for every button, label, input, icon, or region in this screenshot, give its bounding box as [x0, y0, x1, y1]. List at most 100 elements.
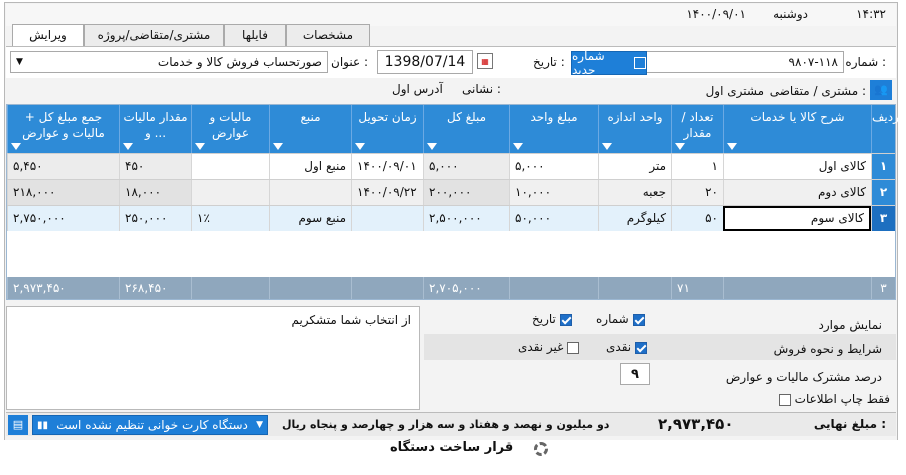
cell-source[interactable]: منبع اول	[269, 154, 351, 179]
show-date-option[interactable]: تاریخ	[532, 312, 572, 326]
current-date: ۱۴۰۰/۰۹/۰۱	[686, 7, 746, 21]
new-number-label: شماره جدید	[572, 49, 605, 77]
col-header-label: جمع مبلغ کل + مالیات و عوارض	[22, 110, 105, 140]
print-only-option[interactable]: فقط چاپ اطلاعات	[778, 392, 890, 406]
cell-description-active[interactable]: کالای سوم	[723, 206, 871, 231]
footer-row-count: ۳	[871, 277, 895, 299]
cell-tax-percent[interactable]	[191, 154, 269, 179]
tab-customer-project[interactable]: مشتری/متقاضی/پروژه	[84, 24, 224, 46]
col-header-description[interactable]: شرح کالا یا خدمات	[723, 105, 871, 153]
filter-icon[interactable]	[427, 143, 437, 150]
new-number-button[interactable]: شماره جدید	[571, 49, 647, 77]
cell-unit-price[interactable]: ۵۰,۰۰۰	[509, 206, 598, 231]
table-row[interactable]: ۲ کالای دوم ۲۰ جعبه ۱۰,۰۰۰ ۲۰۰,۰۰۰ ۱۴۰۰/…	[7, 179, 895, 205]
col-header-unit[interactable]: واحد اندازه	[598, 105, 671, 153]
address-value: آدرس اول	[392, 82, 443, 96]
terms-label: شرایط و نحوه فروش	[773, 342, 882, 356]
cell-tax-percent[interactable]	[191, 180, 269, 205]
cell-source[interactable]: منبع سوم	[269, 206, 351, 231]
cell-delivery[interactable]: ۱۴۰۰/۰۹/۲۲	[351, 180, 423, 205]
footer-empty	[723, 277, 871, 299]
checkbox-icon[interactable]	[567, 341, 580, 354]
footer-tax-sum: ۲۶۸,۴۵۰	[119, 277, 191, 299]
tab-details[interactable]: مشخصات	[286, 24, 370, 46]
col-header-row-number[interactable]: ردیف	[871, 105, 899, 153]
checkbox-icon[interactable]	[632, 313, 645, 326]
col-header-quantity[interactable]: تعداد / مقدار	[671, 105, 723, 153]
filter-icon[interactable]	[513, 143, 523, 150]
final-amount-words: دو میلیون و نهصد و هفتاد و سه هزار و چها…	[282, 418, 610, 431]
filter-icon[interactable]	[727, 143, 737, 150]
cell-tax-amount: ۲۵۰,۰۰۰	[119, 206, 191, 231]
cell-total: ۲۰۰,۰۰۰	[423, 180, 509, 205]
sliders-icon	[634, 57, 646, 69]
col-header-label: مبلغ کل	[446, 110, 487, 124]
cell-quantity[interactable]: ۵۰	[671, 206, 723, 231]
calendar-icon[interactable]: ▦	[477, 53, 493, 69]
filter-icon[interactable]	[123, 143, 133, 150]
col-header-tax-percent[interactable]: مالیات و عوارض	[191, 105, 269, 153]
cell-delivery[interactable]	[351, 206, 423, 231]
cell-grand-total: ۵,۴۵۰	[7, 154, 119, 179]
customer-label: مشتری / متقاضی :	[769, 84, 866, 98]
card-reader-select[interactable]: ▮▮ دستگاه کارت خوانی تنظیم نشده است ▼	[32, 415, 268, 435]
print-only-label: فقط چاپ اطلاعات	[794, 392, 890, 406]
filter-icon[interactable]	[675, 143, 685, 150]
table-row[interactable]: ۳ کالای سوم ۵۰ کیلوگرم ۵۰,۰۰۰ ۲,۵۰۰,۰۰۰ …	[7, 205, 895, 231]
notes-textarea[interactable]: از انتخاب شما متشکریم	[6, 306, 420, 410]
checkbox-icon[interactable]	[634, 341, 647, 354]
footer-empty	[351, 277, 423, 299]
tax-percent-input[interactable]: ۹	[620, 363, 650, 385]
cell-unit[interactable]: کیلوگرم	[598, 206, 671, 231]
cell-unit[interactable]: متر	[598, 154, 671, 179]
cell-total: ۲,۵۰۰,۰۰۰	[423, 206, 509, 231]
cell-delivery[interactable]: ۱۴۰۰/۰۹/۰۱	[351, 154, 423, 179]
non-cash-label: غیر نقدی	[518, 340, 564, 354]
tab-edit[interactable]: ویرایش	[12, 24, 84, 47]
non-cash-option[interactable]: غیر نقدی	[518, 340, 580, 354]
col-header-total[interactable]: مبلغ کل	[423, 105, 509, 153]
footer-empty	[598, 277, 671, 299]
col-header-grand-total[interactable]: جمع مبلغ کل + مالیات و عوارض	[7, 105, 119, 153]
filter-icon[interactable]	[355, 143, 365, 150]
col-header-label: زمان تحویل	[358, 110, 417, 124]
filter-icon[interactable]	[273, 143, 283, 150]
number-field[interactable]: ۹۸۰۷-۱۱۸	[644, 51, 844, 73]
col-header-source[interactable]: منبع	[269, 105, 351, 153]
tab-label: مشخصات	[302, 28, 354, 42]
cell-source[interactable]	[269, 180, 351, 205]
date-field[interactable]: 1398/07/14	[377, 50, 473, 74]
cell-description[interactable]: کالای دوم	[723, 180, 871, 205]
col-header-unit-price[interactable]: مبلغ واحد	[509, 105, 598, 153]
show-number-option[interactable]: شماره	[596, 312, 645, 326]
filter-icon[interactable]	[602, 143, 612, 150]
tab-label: مشتری/متقاضی/پروژه	[97, 28, 211, 42]
users-icon[interactable]: 👥	[870, 80, 892, 100]
col-header-label: مبلغ واحد	[530, 110, 578, 124]
col-header-delivery[interactable]: زمان تحویل	[351, 105, 423, 153]
cell-quantity[interactable]: ۲۰	[671, 180, 723, 205]
cell-unit-price[interactable]: ۱۰,۰۰۰	[509, 180, 598, 205]
customer-value[interactable]: مشتری اول	[706, 84, 764, 98]
cell-unit[interactable]: جعبه	[598, 180, 671, 205]
cell-quantity[interactable]: ۱	[671, 154, 723, 179]
filter-icon[interactable]	[195, 143, 205, 150]
checkbox-icon[interactable]	[778, 393, 791, 406]
tab-files[interactable]: فایلها	[224, 24, 286, 46]
calculator-icon[interactable]: ▤	[8, 415, 28, 435]
tab-label: ویرایش	[29, 28, 67, 42]
filter-icon[interactable]	[11, 143, 21, 150]
footer-empty	[191, 277, 269, 299]
cell-tax-percent[interactable]: ۱٪	[191, 206, 269, 231]
cell-description[interactable]: کالای اول	[723, 154, 871, 179]
checkbox-icon[interactable]	[559, 313, 572, 326]
chevron-down-icon: ▼	[256, 420, 263, 430]
cash-option[interactable]: نقدی	[606, 340, 647, 354]
title-value: صورتحساب فروش کالا و خدمات	[157, 55, 322, 69]
col-header-tax-amount[interactable]: مقدار مالیات و ...	[119, 105, 191, 153]
title-select[interactable]: ▼ صورتحساب فروش کالا و خدمات	[10, 51, 328, 73]
cell-tax-amount: ۱۸,۰۰۰	[119, 180, 191, 205]
cell-unit-price[interactable]: ۵,۰۰۰	[509, 154, 598, 179]
show-items-row: نمایش موارد شماره تاریخ	[424, 308, 896, 334]
table-row[interactable]: ۱ کالای اول ۱ متر ۵,۰۰۰ ۵,۰۰۰ ۱۴۰۰/۰۹/۰۱…	[7, 153, 895, 179]
